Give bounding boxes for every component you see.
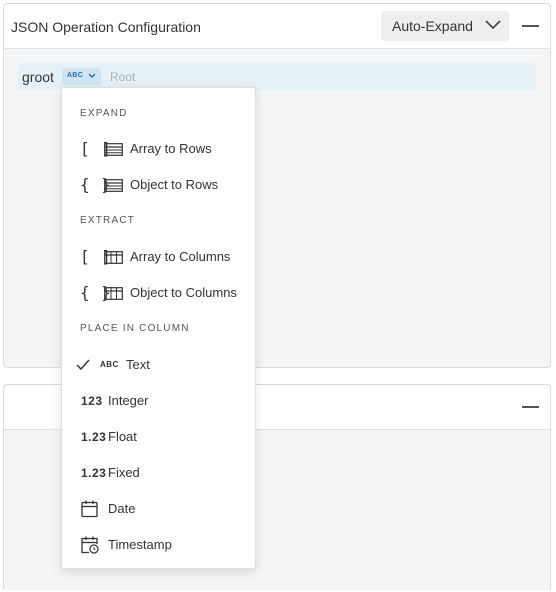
rows-table-icon (104, 179, 123, 192)
root-name: groot (22, 69, 54, 85)
menu-item-label: Date (108, 501, 136, 516)
type-selector[interactable]: ABC (62, 68, 101, 85)
auto-expand-label: Auto-Expand (392, 18, 473, 34)
menu-item-timestamp[interactable]: Timestamp (62, 530, 255, 560)
menu-item-label: Float (108, 429, 137, 444)
chevron-down-icon (88, 73, 96, 78)
chevron-down-icon (485, 20, 501, 30)
abc-type-icon: ABC (100, 360, 119, 369)
menu-item-text[interactable]: ABC Text (62, 350, 255, 380)
menu-item-label: Object to Rows (130, 177, 219, 192)
root-row[interactable]: groot ABC Root (18, 63, 536, 90)
menu-item-integer[interactable]: 123 Integer (62, 386, 255, 416)
auto-expand-dropdown[interactable]: Auto-Expand (381, 11, 509, 41)
panel-title: JSON Operation Configuration (11, 19, 201, 35)
calendar-clock-icon (81, 536, 99, 554)
section-expand: EXPAND (80, 108, 128, 119)
float-type-icon: 1.23 (81, 430, 107, 444)
columns-table-icon (104, 251, 123, 264)
type-menu: EXPAND [ ] Array to Rows { } Object to R… (61, 87, 256, 569)
fixed-type-icon: 1.23 (81, 466, 107, 480)
root-placeholder: Root (110, 70, 136, 84)
menu-item-label: Array to Rows (130, 141, 212, 156)
menu-item-label: Object to Columns (130, 285, 237, 300)
rows-table-icon (104, 143, 123, 156)
menu-item-array-to-columns[interactable]: [ ] Array to Columns (62, 242, 255, 272)
integer-type-icon: 123 (81, 394, 103, 408)
collapse-icon[interactable] (522, 25, 539, 27)
menu-item-label: Integer (108, 393, 149, 408)
calendar-icon (81, 500, 98, 518)
columns-table-icon (104, 287, 123, 300)
menu-item-object-to-rows[interactable]: { } Object to Rows (62, 170, 255, 200)
panel-header: JSON Operation Configuration Auto-Expand (4, 4, 550, 49)
menu-item-label: Timestamp (108, 537, 172, 552)
check-icon (76, 359, 90, 370)
menu-item-array-to-rows[interactable]: [ ] Array to Rows (62, 134, 255, 164)
menu-item-float[interactable]: 1.23 Float (62, 422, 255, 452)
collapse-icon[interactable] (522, 406, 539, 408)
menu-item-label: Array to Columns (130, 249, 231, 264)
menu-item-label: Text (126, 357, 150, 372)
menu-item-date[interactable]: Date (62, 494, 255, 524)
section-place-in-column: PLACE IN COLUMN (80, 323, 190, 334)
menu-item-label: Fixed (108, 465, 140, 480)
type-abc-badge: ABC (67, 72, 84, 79)
menu-item-fixed[interactable]: 1.23 Fixed (62, 458, 255, 488)
section-extract: EXTRACT (80, 215, 136, 226)
menu-item-object-to-columns[interactable]: { } Object to Columns (62, 278, 255, 308)
